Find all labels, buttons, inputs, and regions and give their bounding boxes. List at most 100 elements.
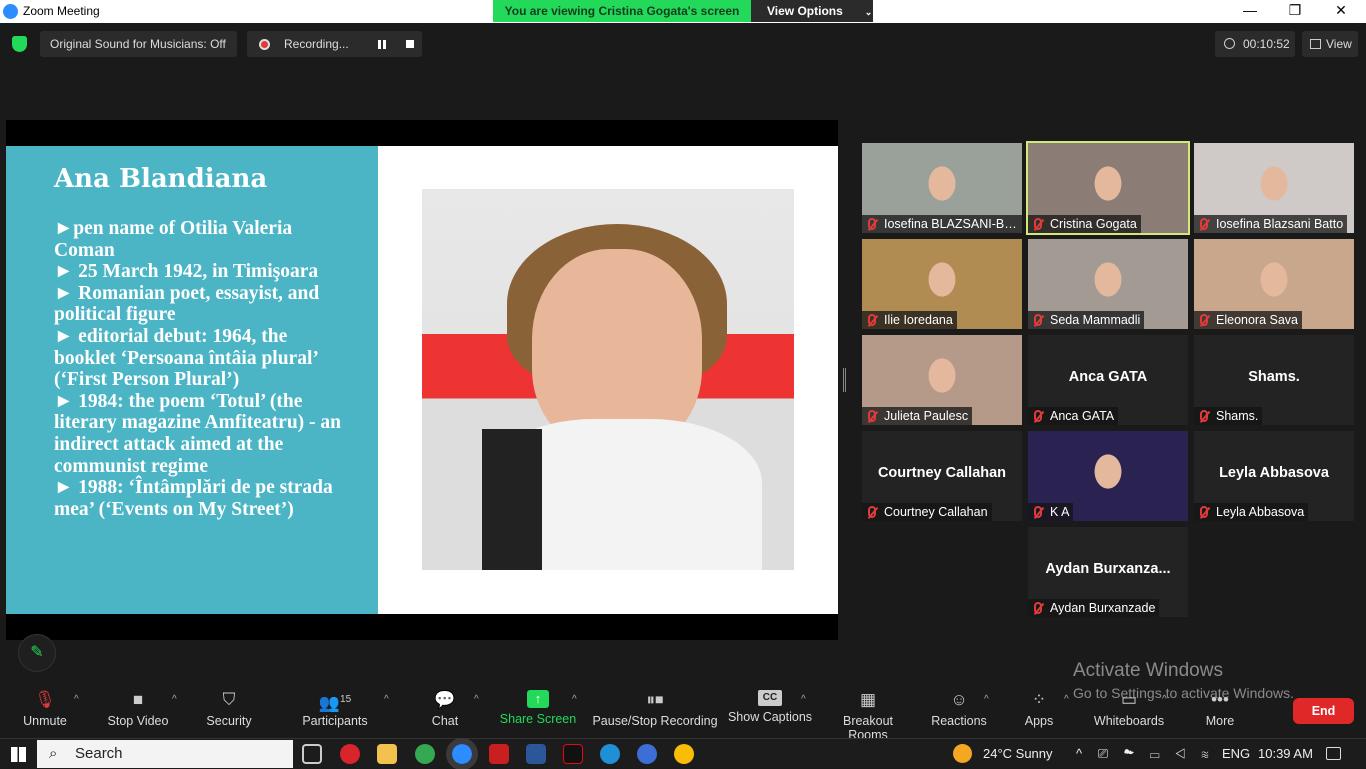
participant-name: Ilie Ioredana (884, 313, 953, 327)
participant-tile[interactable]: Leyla Abbasova Leyla Abbasova (1194, 431, 1354, 521)
participant-tile[interactable]: Iosefina BLAZSANI-BA... (862, 143, 1022, 233)
participants-button[interactable]: 👥15 Participants (290, 690, 380, 728)
grid-view-icon (1310, 39, 1321, 49)
breakout-rooms-button[interactable]: ▦ Breakout Rooms (822, 690, 914, 742)
slide-title: Ana Blandiana (54, 164, 268, 194)
more-dots-icon: ••• (1211, 690, 1229, 709)
chrome-icon[interactable] (415, 744, 435, 764)
participant-name-label: Leyla Abbasova (1194, 503, 1309, 521)
recording-label: Recording... (284, 37, 349, 51)
apps-button[interactable]: ⁘ Apps (994, 690, 1084, 728)
pause-recording-icon[interactable] (378, 40, 386, 49)
unmute-label: Unmute (23, 714, 67, 728)
chrome-secondary-icon[interactable] (674, 744, 694, 764)
maximize-button[interactable]: ❐ (1275, 2, 1315, 19)
more-button[interactable]: ••• More (1175, 690, 1265, 728)
participant-tile[interactable]: K A (1028, 431, 1188, 521)
file-explorer-icon[interactable] (377, 744, 397, 764)
taskbar-search-box[interactable]: ⌕ Search (37, 740, 293, 768)
panel-resize-handle[interactable] (843, 368, 846, 392)
pause-stop-recording-label: Pause/Stop Recording (592, 714, 718, 728)
view-options-button[interactable]: View Options ⌄ (751, 0, 873, 22)
slide-bullet: ►pen name of Otilia Valeria Coman (54, 218, 293, 261)
participants-icon: 👥15 (318, 693, 352, 713)
windows-start-icon[interactable] (11, 747, 26, 762)
participant-name: Cristina Gogata (1050, 217, 1137, 231)
muted-mic-icon (1200, 410, 1208, 422)
whiteboards-caret-icon[interactable]: ^ (1162, 694, 1167, 705)
video-camera-icon: ■ (132, 690, 144, 709)
share-screen-button[interactable]: ↑ Share Screen (493, 690, 583, 726)
annotate-pencil-icon[interactable]: ✎ (18, 634, 56, 672)
slide-bullet: ► editorial debut: 1964, the booklet ‘Pe… (54, 325, 318, 391)
participant-tile[interactable]: Shams. Shams. (1194, 335, 1354, 425)
close-button[interactable]: ✕ (1321, 2, 1361, 19)
whiteboards-button[interactable]: ▭ Whiteboards (1084, 690, 1174, 728)
participant-name: Julieta Paulesc (884, 409, 969, 423)
whiteboards-label: Whiteboards (1093, 714, 1165, 728)
share-screen-label: Share Screen (499, 712, 577, 726)
weather-text[interactable]: 24°C Sunny (983, 739, 1053, 769)
muted-mic-icon (1034, 410, 1042, 422)
participant-display-name: Courtney Callahan (877, 465, 1007, 481)
view-label: View (1326, 37, 1352, 51)
participant-name-label: Seda Mammadli (1028, 311, 1145, 329)
reactions-caret-icon[interactable]: ^ (984, 694, 989, 705)
participant-tile[interactable]: Ilie Ioredana (862, 239, 1022, 329)
muted-mic-icon (868, 218, 876, 230)
share-caret-icon[interactable]: ^ (572, 694, 577, 705)
acrobat-icon[interactable] (489, 744, 509, 764)
participant-name: Anca GATA (1050, 409, 1115, 423)
participant-tile[interactable]: Seda Mammadli (1028, 239, 1188, 329)
reactions-label: Reactions (931, 714, 987, 728)
end-meeting-button[interactable]: End (1293, 698, 1354, 724)
zoom-logo-icon (3, 4, 18, 19)
stop-video-label: Stop Video (107, 714, 169, 728)
participant-tile[interactable]: Courtney Callahan Courtney Callahan (862, 431, 1022, 521)
participant-tile[interactable]: Eleonora Sava (1194, 239, 1354, 329)
original-sound-toggle[interactable]: Original Sound for Musicians: Off (40, 31, 237, 57)
participant-tile[interactable]: Iosefina Blazsani Batto (1194, 143, 1354, 233)
reactions-smiley-icon: ☺ (950, 690, 968, 709)
participant-tile[interactable]: Cristina Gogata (1026, 141, 1190, 235)
security-shield-icon: ⛉ (222, 690, 236, 709)
captions-caret-icon[interactable]: ^ (801, 694, 806, 705)
security-button[interactable]: ⛉ Security (184, 690, 274, 728)
word-icon[interactable] (526, 744, 546, 764)
encryption-shield-icon[interactable] (12, 36, 27, 52)
language-indicator[interactable]: ENG (1222, 739, 1250, 769)
view-button[interactable]: View (1302, 31, 1358, 57)
slide-bullet: ► 1984: the poem ‘Totul’ (the literary m… (54, 390, 341, 477)
apps-caret-icon[interactable]: ^ (1064, 694, 1069, 705)
zoom-taskbar-icon[interactable] (446, 738, 478, 769)
edge-icon[interactable] (600, 744, 620, 764)
task-view-icon[interactable] (302, 744, 322, 764)
apps-icon: ⁘ (1031, 690, 1047, 709)
slide-bullet: ► Romanian poet, essayist, and political… (54, 282, 320, 326)
weather-sun-icon (953, 744, 972, 763)
chat-caret-icon[interactable]: ^ (474, 694, 479, 705)
webex-icon[interactable] (637, 744, 657, 764)
more-label: More (1205, 714, 1235, 728)
participant-display-name: Leyla Abbasova (1219, 465, 1329, 481)
participant-name-label: Aydan Burxanzade (1028, 599, 1160, 617)
muted-mic-icon (868, 506, 876, 518)
system-clock[interactable]: 10:39 AM (1258, 739, 1313, 769)
participant-tile[interactable]: Julieta Paulesc (862, 335, 1022, 425)
system-tray-icons[interactable]: ^ ⎚ ☁ ▭ ◁ ≋ (1076, 739, 1215, 769)
netflix-icon[interactable] (563, 744, 583, 764)
reactions-button[interactable]: ☺ Reactions (914, 690, 1004, 728)
audio-options-caret-icon[interactable]: ^ (74, 694, 79, 705)
participant-tile[interactable]: Anca GATA Anca GATA (1028, 335, 1188, 425)
participant-name-label: K A (1028, 503, 1074, 521)
minimize-button[interactable]: — (1230, 2, 1270, 18)
window-title: Zoom Meeting (23, 4, 100, 18)
opera-browser-icon[interactable] (340, 744, 360, 764)
stop-video-button[interactable]: ■ Stop Video (93, 690, 183, 728)
pause-stop-recording-button[interactable]: ⏸⏹ Pause/Stop Recording (592, 690, 718, 728)
participant-tile[interactable]: Aydan Burxanza... Aydan Burxanzade (1028, 527, 1188, 617)
notifications-icon[interactable] (1326, 747, 1341, 760)
participants-caret-icon[interactable]: ^ (384, 694, 389, 705)
stop-recording-icon[interactable] (406, 40, 414, 48)
video-options-caret-icon[interactable]: ^ (172, 694, 177, 705)
